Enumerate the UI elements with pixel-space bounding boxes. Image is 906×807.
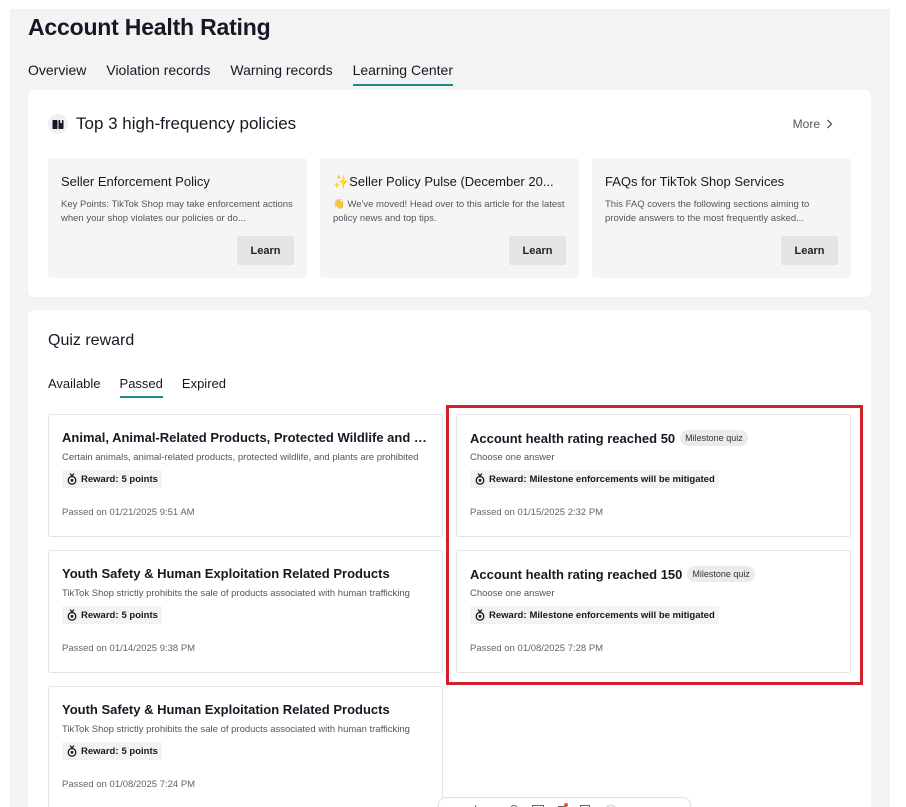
quiz-item-title-row: Youth Safety & Human Exploitation Relate… [62, 702, 430, 717]
policy-title: Seller Enforcement Policy [61, 174, 210, 189]
learn-button[interactable]: Learn [237, 236, 294, 265]
tab-warning-records[interactable]: Warning records [230, 62, 332, 86]
quiz-item-description: TikTok Shop strictly prohibits the sale … [62, 724, 410, 735]
medal-icon [67, 609, 77, 621]
quiz-reward-card: Quiz reward Available Passed Expired Ani… [28, 310, 871, 807]
quiz-item-title: Youth Safety & Human Exploitation Relate… [62, 566, 390, 581]
reward-tag: Reward: 5 points [62, 606, 162, 624]
reward-value: 5 points [121, 609, 158, 621]
quiz-item-title-row: Animal, Animal-Related Products, Protect… [62, 430, 430, 445]
policy-description: 👋 We've moved! Head over to this article… [333, 199, 565, 224]
quiz-item-title: Youth Safety & Human Exploitation Relate… [62, 702, 390, 717]
quiz-tabs: Available Passed Expired [48, 376, 226, 398]
quiz-tab-passed[interactable]: Passed [119, 376, 163, 398]
quiz-item-title-row: Account health rating reached 50 Milesto… [470, 430, 838, 446]
reward-tag: Reward: Milestone enforcements will be m… [470, 606, 719, 624]
reward-tag: Reward: Milestone enforcements will be m… [470, 470, 719, 488]
reward-label: Reward: [81, 473, 119, 485]
floating-toolbar [438, 797, 691, 807]
reward-tag: Reward: 5 points [62, 742, 162, 760]
quiz-item-title-row: Account health rating reached 150 Milest… [470, 566, 838, 582]
medal-icon [475, 473, 485, 485]
passed-date: Passed on 01/14/2025 9:38 PM [62, 643, 196, 654]
quiz-item-description: Choose one answer [470, 588, 555, 599]
milestone-badge: Milestone quiz [687, 566, 755, 582]
policies-card: Top 3 high-frequency policies More Selle… [28, 90, 871, 297]
learn-button[interactable]: Learn [509, 236, 566, 265]
book-icon [48, 114, 68, 134]
quiz-tab-available[interactable]: Available [48, 376, 101, 398]
reward-value: 5 points [121, 745, 158, 757]
quiz-item-title: Account health rating reached 50 [470, 430, 676, 446]
policy-tile[interactable]: Seller Enforcement Policy Key Points: Ti… [48, 158, 307, 278]
medal-icon [67, 473, 77, 485]
reward-label: Reward: [489, 609, 527, 621]
medal-icon [67, 745, 77, 757]
more-label: More [792, 117, 820, 131]
passed-date: Passed on 01/15/2025 2:32 PM [470, 507, 604, 518]
reward-value: Milestone enforcements will be mitigated [529, 609, 715, 621]
tab-violation-records[interactable]: Violation records [106, 62, 210, 86]
tab-learning-center[interactable]: Learning Center [352, 62, 453, 86]
quiz-title: Quiz reward [48, 332, 135, 349]
reward-value: 5 points [121, 473, 158, 485]
policy-tile[interactable]: FAQs for TikTok Shop Services This FAQ c… [592, 158, 851, 278]
quiz-item[interactable]: Youth Safety & Human Exploitation Relate… [48, 550, 443, 673]
page-title: Account Health Rating [28, 14, 271, 40]
quiz-item-title-row: Youth Safety & Human Exploitation Relate… [62, 566, 430, 581]
quiz-item[interactable]: Account health rating reached 150 Milest… [456, 550, 851, 673]
chevron-right-icon [827, 119, 833, 129]
quiz-item[interactable]: Youth Safety & Human Exploitation Relate… [48, 686, 443, 807]
tab-overview[interactable]: Overview [28, 62, 86, 86]
passed-date: Passed on 01/08/2025 7:24 PM [62, 779, 196, 790]
reward-label: Reward: [489, 473, 527, 485]
policy-description: This FAQ covers the following sections a… [605, 199, 810, 224]
reward-label: Reward: [81, 745, 119, 757]
quiz-tab-expired[interactable]: Expired [182, 376, 226, 398]
quiz-item[interactable]: Account health rating reached 50 Milesto… [456, 414, 851, 537]
medal-icon [475, 609, 485, 621]
reward-label: Reward: [81, 609, 119, 621]
passed-date: Passed on 01/21/2025 9:51 AM [62, 507, 195, 518]
quiz-item[interactable]: Animal, Animal-Related Products, Protect… [48, 414, 443, 537]
more-link[interactable]: More [793, 117, 833, 131]
passed-date: Passed on 01/08/2025 7:28 PM [470, 643, 604, 654]
policies-title: Top 3 high-frequency policies [76, 114, 297, 133]
policy-tile[interactable]: ✨Seller Policy Pulse (December 20... 👋 W… [320, 158, 579, 278]
reward-tag: Reward: 5 points [62, 470, 162, 488]
main-tabs: Overview Violation records Warning recor… [28, 62, 453, 86]
policies-header: Top 3 high-frequency policies [48, 114, 296, 134]
milestone-badge: Milestone quiz [680, 430, 748, 446]
quiz-item-description: Certain animals, animal-related products… [62, 452, 419, 463]
policy-title: FAQs for TikTok Shop Services [605, 174, 785, 189]
quiz-item-description: Choose one answer [470, 452, 555, 463]
policy-title: ✨Seller Policy Pulse (December 20... [333, 174, 554, 189]
quiz-item-title: Account health rating reached 150 [470, 566, 683, 582]
learn-button[interactable]: Learn [781, 236, 838, 265]
quiz-item-title: Animal, Animal-Related Products, Protect… [62, 430, 430, 445]
quiz-item-description: TikTok Shop strictly prohibits the sale … [62, 588, 410, 599]
reward-value: Milestone enforcements will be mitigated [529, 473, 715, 485]
policy-description: Key Points: TikTok Shop may take enforce… [61, 199, 293, 224]
